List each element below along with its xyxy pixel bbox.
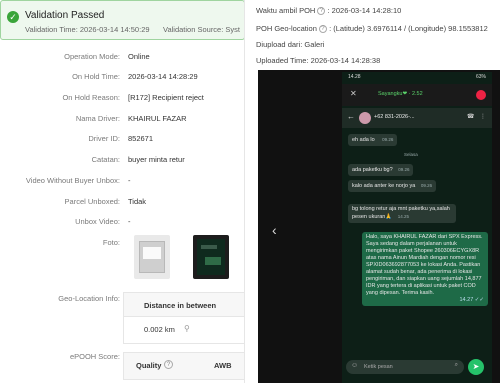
end-call-icon (476, 90, 486, 100)
avatar (359, 112, 371, 124)
distance-value: 0.002 km (144, 325, 175, 334)
quality-table-header: Quality ? AWB (123, 352, 244, 380)
parcel-unboxed-row: Parcel Unboxed: Tidak (0, 197, 244, 211)
chat-header: ← +62 831-2026-... ☎ ⋮ (342, 108, 492, 128)
message-incoming: bg tolong retur aja mnt paketku ya,salah… (348, 204, 456, 223)
date-separator: Selasa (404, 152, 418, 157)
geo-table-header: Distance in between (124, 293, 244, 317)
poh-time-line: Waktu ambil POH ? : 2026-03-14 14:28:10 (256, 6, 500, 16)
driver-name-value: KHAIRUL FAZAR (128, 114, 187, 123)
driver-id-row: Driver ID: 852671 (0, 134, 244, 148)
mic-off-icon: ✕ (350, 89, 357, 98)
message-time: 09.26 (420, 183, 433, 188)
operation-mode-value: Online (128, 52, 150, 61)
poh-time-label: Waktu ambil POH (256, 6, 316, 15)
video-without-buyer-unbox-value: - (128, 176, 131, 185)
parcel-unboxed-value: Tidak (128, 197, 147, 206)
message-text: eh ada lo (352, 137, 375, 143)
on-hold-reason-label: On Hold Reason: (62, 93, 120, 102)
chat-screenshot-thumbnail[interactable] (193, 235, 229, 279)
driver-name-row: Nama Driver: KHAIRUL FAZAR (0, 114, 244, 128)
parcel-unboxed-label: Parcel Unboxed: (64, 197, 120, 206)
distance-header: Distance in between (144, 301, 217, 310)
call-icons: ☎ ⋮ (466, 114, 488, 120)
message-time: 14.27 ✓✓ (459, 297, 484, 303)
message-input: ☺ Ketik pesan ⌕ (346, 360, 464, 374)
poh-geo-line: POH Geo-location ? : (Latitude) 3.697611… (256, 24, 500, 34)
location-pin-icon[interactable]: ⚲ (184, 324, 190, 333)
check-circle-icon: ✓ (7, 11, 19, 23)
message-text: ada paketku bg? (352, 167, 393, 173)
unbox-video-row: Unbox Video: - (0, 217, 244, 231)
photo-label: Foto: (102, 238, 120, 247)
notes-value: buyer minta retur (128, 155, 185, 164)
geo-location-label: Geo-Location Info: (58, 294, 120, 303)
poh-time-value: : 2026-03-14 14:28:10 (327, 6, 402, 15)
chevron-left-icon[interactable]: ‹ (272, 222, 277, 238)
parcel-photo-thumbnail[interactable] (134, 235, 170, 279)
message-incoming: ada paketku bg? 09.26 (348, 164, 414, 176)
quality-header: Quality (136, 361, 162, 370)
operation-mode-row: Operation Mode: Online (0, 52, 244, 66)
input-placeholder: Ketik pesan (364, 364, 393, 370)
video-without-buyer-unbox-label: Video Without Buyer Unbox: (25, 176, 120, 185)
poh-geo-label: POH Geo-location (256, 24, 317, 33)
message-time: 09.26 (398, 167, 410, 172)
on-hold-reason-value: [R172] Recipient reject (128, 93, 204, 102)
back-arrow-icon: ← (347, 112, 355, 121)
uploaded-time-text: Uploaded Time: 2026-03-14 14:28:38 (256, 56, 381, 65)
on-hold-time-row: On Hold Time: 2026-03-14 14:28:29 (0, 72, 244, 86)
validation-time: Validation Time: 2026-03-14 14:50:29 (25, 25, 150, 34)
chat-bubble-image (201, 245, 217, 249)
upload-from-text: Diupload dari: Galeri (256, 40, 325, 49)
on-hold-time-value: 2026-03-14 14:28:29 (128, 72, 198, 81)
image-viewer: ‹ 14.28 63% ✕ Sayangku❤ · 2.52 ← +62 831… (258, 70, 500, 383)
emoji-icon: ☺ (351, 362, 359, 369)
help-icon[interactable]: ? (317, 7, 326, 16)
order-detail-panel: ✓ Validation Passed Validation Time: 202… (0, 0, 245, 383)
geo-distance-table: Distance in between 0.002 km ⚲ (123, 292, 244, 344)
attach-icon: ⌕ (454, 362, 458, 368)
video-without-buyer-unbox-row: Video Without Buyer Unbox: - (0, 176, 244, 190)
call-contact-name: Sayangku❤ · 2.52 (378, 91, 423, 97)
message-time: 14.25 (397, 214, 409, 219)
notes-row: Catatan: buyer minta retur (0, 155, 244, 169)
driver-id-label: Driver ID: (88, 134, 120, 143)
battery-level: 63% (475, 74, 486, 80)
validation-title: Validation Passed (25, 10, 105, 21)
message-text: Halo, saya KHAIRUL FAZAR dari SPX Expres… (366, 234, 483, 296)
status-time: 14.28 (348, 74, 361, 80)
notes-label: Catatan: (91, 155, 120, 164)
driver-id-value: 852671 (128, 134, 154, 143)
poh-preview-panel: Waktu ambil POH ? : 2026-03-14 14:28:10 … (248, 0, 500, 383)
message-incoming: kalo ada anter ke norjo ya 09.26 (348, 180, 437, 192)
shipping-label-image (143, 247, 161, 259)
message-outgoing: Halo, saya KHAIRUL FAZAR dari SPX Expres… (362, 232, 488, 306)
on-hold-reason-row: On Hold Reason: [R172] Recipient reject (0, 93, 244, 107)
help-icon[interactable]: ? (318, 25, 327, 34)
unbox-video-value: - (128, 217, 131, 226)
driver-name-label: Nama Driver: (75, 114, 120, 123)
epooh-score-label: ePOOH Score: (69, 352, 120, 361)
message-time: 09.26 (382, 137, 394, 142)
awb-header: AWB (214, 361, 232, 370)
phone-status-bar: 14.28 63% (342, 72, 492, 82)
poh-geo-value: : (Latitude) 3.6976114 / (Longitude) 98.… (329, 24, 488, 33)
send-icon: ➤ (468, 359, 484, 375)
validation-source: Validation Source: Syst (163, 25, 240, 34)
chat-screenshot: 14.28 63% ✕ Sayangku❤ · 2.52 ← +62 831-2… (342, 72, 492, 383)
on-hold-time-label: On Hold Time: (72, 72, 120, 81)
chat-contact-number: +62 831-2026-... (374, 114, 415, 120)
unbox-video-label: Unbox Video: (75, 217, 120, 226)
call-bar: ✕ Sayangku❤ · 2.52 (342, 84, 492, 106)
validation-banner: ✓ Validation Passed Validation Time: 202… (0, 0, 244, 40)
operation-mode-label: Operation Mode: (64, 52, 120, 61)
chat-bubble-image (205, 257, 221, 265)
message-text: kalo ada anter ke norjo ya (352, 183, 416, 189)
message-incoming: eh ada lo 09.26 (348, 134, 398, 146)
info-icon[interactable]: ? (164, 360, 173, 369)
